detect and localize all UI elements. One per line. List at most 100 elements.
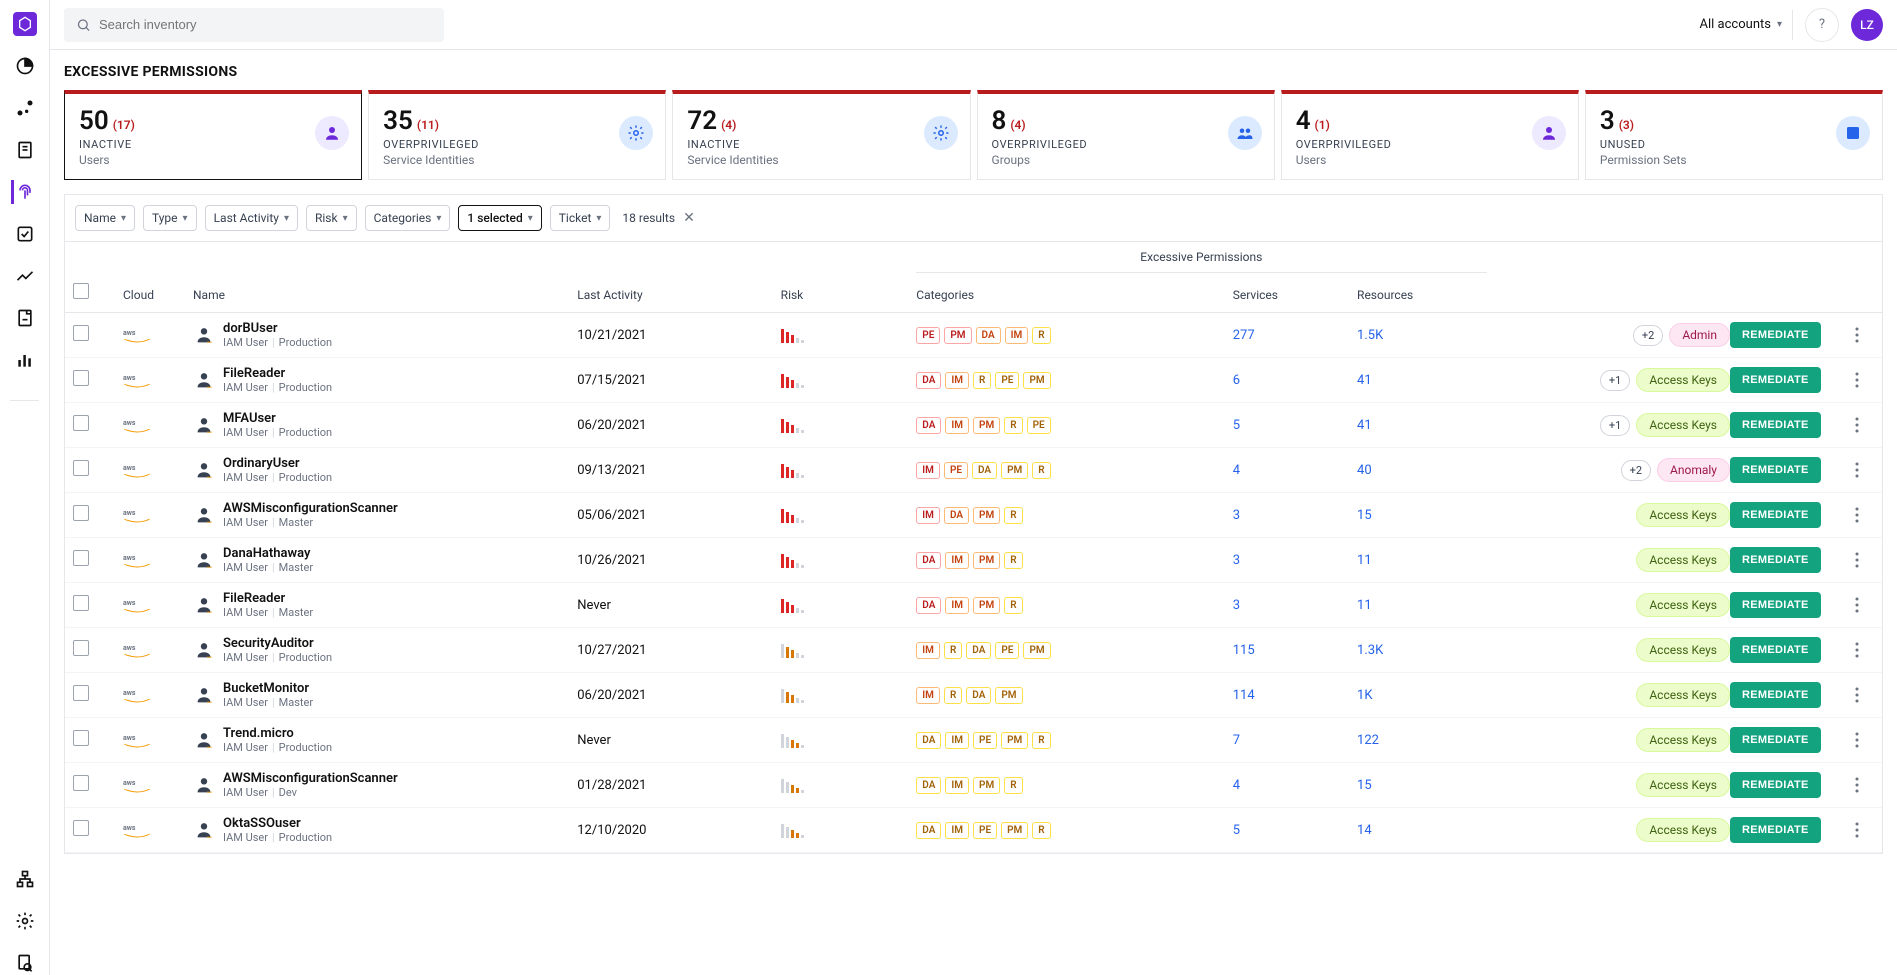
resources-count[interactable]: 15 [1357,508,1372,523]
row-checkbox[interactable] [73,730,89,746]
summary-card[interactable]: 4(1) OVERPRIVILEGED Users [1281,90,1579,180]
row-menu-button[interactable] [1840,372,1874,388]
nav-document-icon[interactable] [13,138,37,162]
filter-chip[interactable]: Risk▾ [306,205,357,231]
services-count[interactable]: 5 [1233,823,1240,838]
row-checkbox[interactable] [73,820,89,836]
more-tags-badge[interactable]: +1 [1600,370,1630,391]
row-menu-button[interactable] [1840,777,1874,793]
filter-chip[interactable]: Last Activity▾ [205,205,298,231]
remediate-button[interactable]: REMEDIATE [1730,682,1821,708]
resources-count[interactable]: 41 [1357,418,1372,433]
nav-audit-icon[interactable] [13,951,37,975]
row-name[interactable]: FileReader [223,366,332,381]
row-checkbox[interactable] [73,415,89,431]
nav-graph-icon[interactable] [13,96,37,120]
summary-card[interactable]: 8(4) OVERPRIVILEGED Groups [977,90,1275,180]
filter-chip[interactable]: Ticket▾ [550,205,611,231]
services-count[interactable]: 115 [1233,643,1255,658]
filter-chip[interactable]: Type▾ [143,205,197,231]
row-checkbox[interactable] [73,685,89,701]
summary-card[interactable]: 3(3) UNUSED Permission Sets [1585,90,1883,180]
row-name[interactable]: OrdinaryUser [223,456,332,471]
resources-count[interactable]: 15 [1357,778,1372,793]
services-count[interactable]: 3 [1233,553,1240,568]
row-menu-button[interactable] [1840,822,1874,838]
nav-dashboard-icon[interactable] [13,54,37,78]
row-name[interactable]: Trend.micro [223,726,332,741]
row-menu-button[interactable] [1840,327,1874,343]
row-checkbox[interactable] [73,775,89,791]
row-menu-button[interactable] [1840,597,1874,613]
row-checkbox[interactable] [73,370,89,386]
more-tags-badge[interactable]: +2 [1621,460,1651,481]
clear-filters-button[interactable]: ✕ [683,210,695,226]
nav-trend-icon[interactable] [13,264,37,288]
row-name[interactable]: SecurityAuditor [223,636,332,651]
services-count[interactable]: 6 [1233,373,1240,388]
services-count[interactable]: 5 [1233,418,1240,433]
row-name[interactable]: FileReader [223,591,313,606]
services-count[interactable]: 277 [1233,328,1255,343]
row-name[interactable]: AWSMisconfigurationScanner [223,771,398,786]
resources-count[interactable]: 1.5K [1357,328,1383,343]
row-name[interactable]: AWSMisconfigurationScanner [223,501,398,516]
remediate-button[interactable]: REMEDIATE [1730,817,1821,843]
nav-fingerprint-icon[interactable] [11,180,35,204]
row-menu-button[interactable] [1840,417,1874,433]
user-avatar[interactable]: LZ [1851,9,1883,41]
row-name[interactable]: BucketMonitor [223,681,313,696]
resources-count[interactable]: 40 [1357,463,1372,478]
row-checkbox[interactable] [73,595,89,611]
services-count[interactable]: 3 [1233,598,1240,613]
summary-card[interactable]: 72(4) INACTIVE Service Identities [672,90,970,180]
summary-card[interactable]: 35(11) OVERPRIVILEGED Service Identities [368,90,666,180]
row-menu-button[interactable] [1840,687,1874,703]
remediate-button[interactable]: REMEDIATE [1730,547,1821,573]
accounts-dropdown[interactable]: All accounts ▾ [1690,10,1793,40]
summary-card[interactable]: 50(17) INACTIVE Users [64,90,362,180]
nav-report-icon[interactable] [13,306,37,330]
resources-count[interactable]: 11 [1357,598,1372,613]
row-name[interactable]: OktaSSOuser [223,816,332,831]
row-menu-button[interactable] [1840,552,1874,568]
remediate-button[interactable]: REMEDIATE [1730,457,1821,483]
resources-count[interactable]: 1K [1357,688,1372,703]
remediate-button[interactable]: REMEDIATE [1730,592,1821,618]
nav-barchart-icon[interactable] [13,348,37,372]
services-count[interactable]: 4 [1233,463,1240,478]
nav-settings-icon[interactable] [13,909,37,933]
filter-chip[interactable]: Categories▾ [365,205,451,231]
resources-count[interactable]: 1.3K [1357,643,1383,658]
row-name[interactable]: DanaHathaway [223,546,313,561]
remediate-button[interactable]: REMEDIATE [1730,727,1821,753]
row-checkbox[interactable] [73,325,89,341]
row-checkbox[interactable] [73,460,89,476]
filter-chip[interactable]: Name▾ [75,205,135,231]
row-menu-button[interactable] [1840,507,1874,523]
resources-count[interactable]: 41 [1357,373,1372,388]
row-name[interactable]: MFAUser [223,411,332,426]
remediate-button[interactable]: REMEDIATE [1730,322,1821,348]
row-checkbox[interactable] [73,550,89,566]
resources-count[interactable]: 14 [1357,823,1372,838]
row-name[interactable]: dorBUser [223,321,332,336]
remediate-button[interactable]: REMEDIATE [1730,502,1821,528]
remediate-button[interactable]: REMEDIATE [1730,412,1821,438]
more-tags-badge[interactable]: +1 [1600,415,1630,436]
row-checkbox[interactable] [73,505,89,521]
select-all-checkbox[interactable] [73,283,89,299]
filter-chip[interactable]: 1 selected▾ [458,205,541,231]
more-tags-badge[interactable]: +2 [1633,325,1663,346]
resources-count[interactable]: 122 [1357,733,1379,748]
row-checkbox[interactable] [73,640,89,656]
help-button[interactable]: ? [1805,8,1839,42]
row-menu-button[interactable] [1840,732,1874,748]
services-count[interactable]: 114 [1233,688,1255,703]
services-count[interactable]: 7 [1233,733,1240,748]
search-input-wrap[interactable] [64,8,444,42]
nav-org-icon[interactable] [13,867,37,891]
services-count[interactable]: 3 [1233,508,1240,523]
search-input[interactable] [99,17,432,32]
remediate-button[interactable]: REMEDIATE [1730,367,1821,393]
